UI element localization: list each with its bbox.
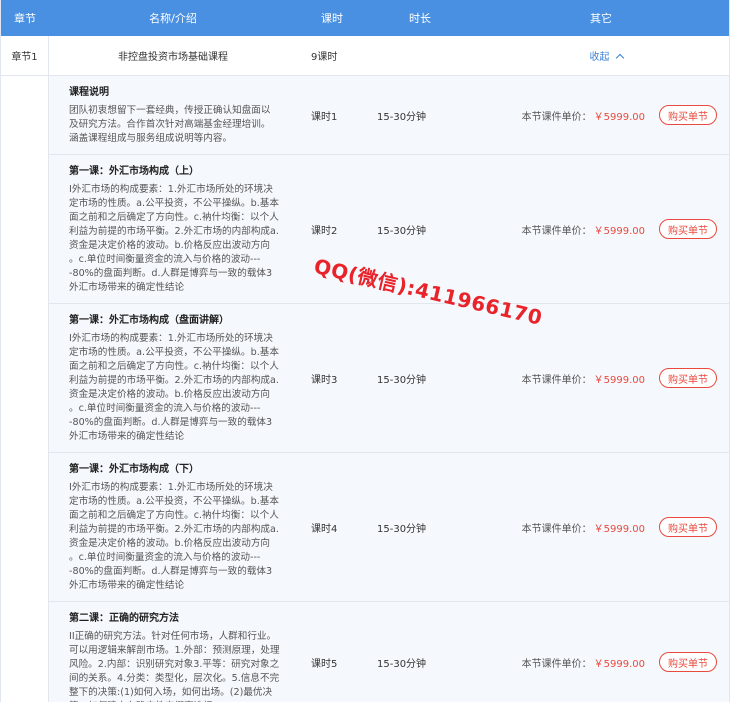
chapter-other: 收起: [473, 36, 729, 75]
lesson-title: 第一课：外汇市场构成（盘面讲解）: [69, 315, 229, 326]
lesson-text-line: -80%的盘面判断。d.人群是博弈与一致的载体3: [69, 417, 273, 428]
lesson-description: 第一课：外汇市场构成（下） I外汇市场的构成要素：1.外汇市场所处的环境决 定市场…: [49, 453, 297, 601]
lesson-text-line: II正确的研究方法。针对任何市场，人群和行业。: [69, 631, 277, 642]
lesson-text-line: 定市场的性质。a.公平投资，不公平操纵。b.基本: [69, 198, 279, 209]
lesson-text: I外汇市场的构成要素：1.外汇市场所处的环境决 定市场的性质。a.公平投资，不公平…: [69, 183, 285, 295]
lesson-text-line: 面之前和之后确定了方向性。c.衲什均衡：以个人: [69, 361, 279, 372]
header-period: 课时: [321, 12, 343, 25]
lesson-title: 第一课：外汇市场构成（下）: [69, 464, 199, 475]
lesson-other: 本节课件单价： ￥5999.00 购买单节: [473, 155, 729, 303]
lesson-text-line: 利益为前提的市场平衡。2.外汇市场的内部构成a.: [69, 524, 279, 535]
lesson-text-line: 。c.单位时间衡量资金的流入与价格的波动---: [69, 552, 261, 563]
lesson-text-line: 定市场的性质。a.公平投资，不公平操纵。b.基本: [69, 347, 279, 358]
lesson-description: 第二课：正确的研究方法 II正确的研究方法。针对任何市场，人群和行业。 可以用逻辑…: [49, 602, 297, 702]
lesson-title: 第一课：外汇市场构成（上）: [69, 166, 199, 177]
chapter-column-spacer: [1, 76, 49, 702]
lesson-text-line: 外汇市场带来的确定性结论: [69, 282, 185, 293]
lesson-duration: 15-30分钟: [377, 658, 427, 670]
lesson-duration: 15-30分钟: [377, 374, 427, 386]
lesson-text: II正确的研究方法。针对任何市场，人群和行业。 可以用逻辑来解剖市场。1.外部：预…: [69, 630, 285, 702]
lesson-text-line: 外汇市场带来的确定性结论: [69, 580, 185, 591]
lesson-text-line: 。c.单位时间衡量资金的流入与价格的波动---: [69, 254, 261, 265]
collapse-label: 收起: [589, 52, 610, 63]
lesson-row: 第一课：外汇市场构成（盘面讲解） I外汇市场的构成要素：1.外汇市场所处的环境决…: [49, 304, 729, 453]
buy-single-button[interactable]: 购买单节: [659, 652, 717, 672]
lessons-section: 课程说明 团队初衷想留下一套经典，传授正确认知盘面以 及研究方法。合作首次针对高端…: [1, 76, 729, 702]
table-header: 章节 名称/介绍 课时 时长 其它: [1, 0, 729, 36]
collapse-link[interactable]: 收起: [473, 48, 729, 63]
price-value: ￥5999.00: [593, 523, 645, 535]
lesson-text-line: 可以用逻辑来解剖市场。1.外部：预测原理，处理: [69, 645, 280, 656]
lesson-text-line: 团队初衷想留下一套经典，传授正确认知盘面以: [69, 105, 271, 116]
price-value: ￥5999.00: [593, 658, 645, 670]
price-label: 本节课件单价：: [521, 111, 592, 123]
chapter-duration: [367, 36, 473, 75]
lesson-period: 课时3: [311, 374, 338, 386]
lesson-text: I外汇市场的构成要素：1.外汇市场所处的环境决 定市场的性质。a.公平投资，不公平…: [69, 481, 285, 593]
chapter-label: 章节1: [1, 36, 49, 75]
lesson-text-line: 资金是决定价格的波动。b.价格反应出波动方向: [69, 538, 271, 549]
lesson-text-line: I外汇市场的构成要素：1.外汇市场所处的环境决: [69, 184, 273, 195]
lesson-text-line: 定市场的性质。a.公平投资，不公平操纵。b.基本: [69, 496, 279, 507]
lesson-row: 课程说明 团队初衷想留下一套经典，传授正确认知盘面以 及研究方法。合作首次针对高端…: [49, 76, 729, 155]
chapter-period: 9课时: [311, 52, 338, 63]
lesson-description: 第一课：外汇市场构成（上） I外汇市场的构成要素：1.外汇市场所处的环境决 定市场…: [49, 155, 297, 303]
chapter-row: 章节1 非控盘投资市场基础课程 9课时 收起: [1, 36, 729, 76]
buy-single-button[interactable]: 购买单节: [659, 517, 717, 537]
buy-single-button[interactable]: 购买单节: [659, 219, 717, 239]
lesson-text-line: 整下的决策:(1)如何入场，如何出场。(2)最优决: [69, 687, 273, 698]
price-value: ￥5999.00: [593, 374, 645, 386]
lesson-row: 第二课：正确的研究方法 II正确的研究方法。针对任何市场，人群和行业。 可以用逻辑…: [49, 602, 729, 702]
lesson-text-line: 间的关系。4.分类：类型化，层次化。5.信息不完: [69, 673, 280, 684]
lesson-text-line: 。c.单位时间衡量资金的流入与价格的波动---: [69, 403, 261, 414]
course-table: 章节 名称/介绍 课时 时长 其它 章节1 非控盘投资市场基础课程 9课时 收起…: [0, 0, 730, 702]
lesson-text-line: I外汇市场的构成要素：1.外汇市场所处的环境决: [69, 482, 273, 493]
lesson-description: 第一课：外汇市场构成（盘面讲解） I外汇市场的构成要素：1.外汇市场所处的环境决…: [49, 304, 297, 452]
buy-single-button[interactable]: 购买单节: [659, 105, 717, 125]
lesson-text-line: 及研究方法。合作首次针对高端基金经理培训。: [69, 119, 271, 130]
price-value: ￥5999.00: [593, 225, 645, 237]
price-label: 本节课件单价：: [521, 658, 592, 670]
lesson-text: 团队初衷想留下一套经典，传授正确认知盘面以 及研究方法。合作首次针对高端基金经理培…: [69, 104, 285, 146]
price-label: 本节课件单价：: [521, 374, 592, 386]
lesson-text-line: 利益为前提的市场平衡。2.外汇市场的内部构成a.: [69, 375, 279, 386]
lesson-period: 课时1: [311, 111, 338, 123]
lesson-text-line: 面之前和之后确定了方向性。c.衲什均衡：以个人: [69, 212, 279, 223]
header-name: 名称/介绍: [149, 12, 197, 25]
lesson-text-line: 面之前和之后确定了方向性。c.衲什均衡：以个人: [69, 510, 279, 521]
lesson-title: 课程说明: [69, 87, 109, 98]
lesson-text-line: 外汇市场带来的确定性结论: [69, 431, 185, 442]
chapter-name: 非控盘投资市场基础课程: [118, 52, 228, 63]
lesson-row: 第一课：外汇市场构成（下） I外汇市场的构成要素：1.外汇市场所处的环境决 定市场…: [49, 453, 729, 602]
lesson-text-line: 风险。2.内部：识别研究对象3.平等：研究对象之: [69, 659, 280, 670]
lesson-text-line: -80%的盘面判断。d.人群是博弈与一致的载体3: [69, 566, 273, 577]
lesson-text-line: 利益为前提的市场平衡。2.外汇市场的内部构成a.: [69, 226, 279, 237]
lesson-other: 本节课件单价： ￥5999.00 购买单节: [473, 602, 729, 702]
lesson-description: 课程说明 团队初衷想留下一套经典，传授正确认知盘面以 及研究方法。合作首次针对高端…: [49, 76, 297, 154]
lesson-text-line: -80%的盘面判断。d.人群是博弈与一致的载体3: [69, 268, 273, 279]
buy-single-button[interactable]: 购买单节: [659, 368, 717, 388]
price-value: ￥5999.00: [593, 111, 645, 123]
lesson-text: I外汇市场的构成要素：1.外汇市场所处的环境决 定市场的性质。a.公平投资，不公平…: [69, 332, 285, 444]
lesson-text-line: 资金是决定价格的波动。b.价格反应出波动方向: [69, 389, 271, 400]
lesson-text-line: 资金是决定价格的波动。b.价格反应出波动方向: [69, 240, 271, 251]
price-label: 本节课件单价：: [521, 523, 592, 535]
lesson-duration: 15-30分钟: [377, 523, 427, 535]
header-chapter: 章节: [14, 12, 36, 25]
lesson-period: 课时5: [311, 658, 338, 670]
lesson-duration: 15-30分钟: [377, 111, 427, 123]
header-duration: 时长: [409, 12, 431, 25]
lesson-title: 第二课：正确的研究方法: [69, 613, 179, 624]
lesson-other: 本节课件单价： ￥5999.00 购买单节: [473, 76, 729, 154]
lesson-text-line: 涵盖课程组成与服务组成说明等内容。: [69, 133, 233, 144]
lesson-other: 本节课件单价： ￥5999.00 购买单节: [473, 453, 729, 601]
lesson-list: 课程说明 团队初衷想留下一套经典，传授正确认知盘面以 及研究方法。合作首次针对高端…: [49, 76, 729, 702]
lesson-text-line: I外汇市场的构成要素：1.外汇市场所处的环境决: [69, 333, 273, 344]
header-other: 其它: [590, 12, 612, 25]
price-label: 本节课件单价：: [521, 225, 592, 237]
lesson-other: 本节课件单价： ￥5999.00 购买单节: [473, 304, 729, 452]
lesson-period: 课时4: [311, 523, 338, 535]
chevron-up-icon: [615, 53, 624, 62]
